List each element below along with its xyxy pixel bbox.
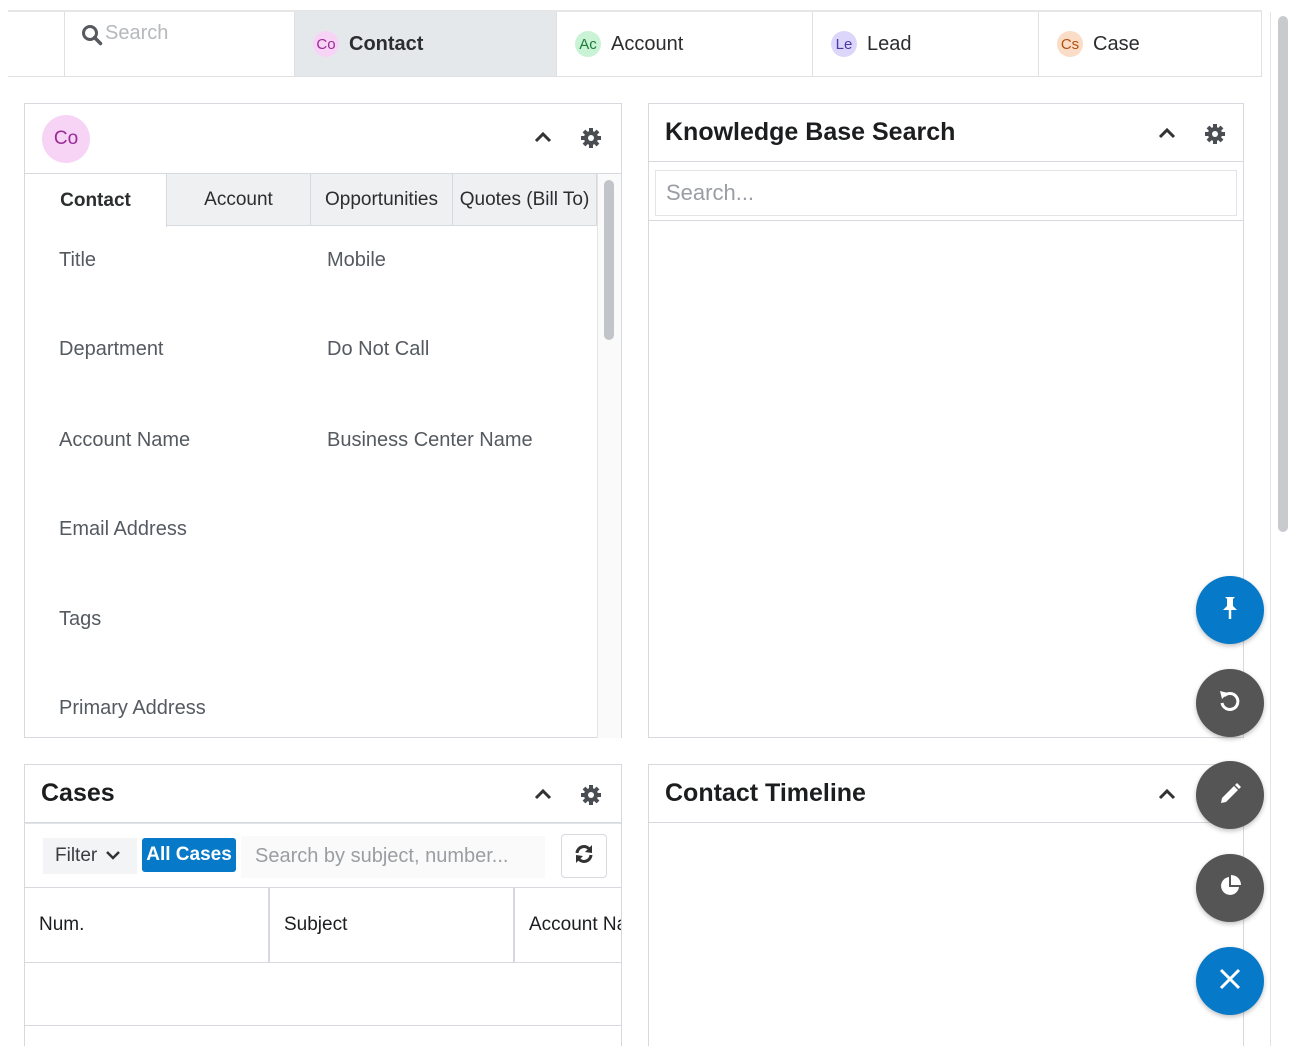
tab-contact-label: Contact <box>349 32 424 55</box>
timeline-dashlet-title: Contact Timeline <box>665 779 866 807</box>
kb-dashlet-header: Knowledge Base Search <box>649 104 1243 162</box>
field-mobile: Mobile <box>327 249 386 271</box>
column-subject[interactable]: Subject <box>270 888 515 962</box>
contact-timeline-dashlet: Contact Timeline <box>648 764 1244 1046</box>
field-do-not-call: Do Not Call <box>327 338 430 360</box>
subtab-quotes[interactable]: Quotes (Bill To) <box>453 174 597 226</box>
timeline-dashlet-header: Contact Timeline <box>649 765 1243 823</box>
cases-table-header: Num. Subject Account Name <box>25 887 621 963</box>
field-email-address: Email Address <box>59 518 187 540</box>
search-icon <box>81 24 103 51</box>
filter-pill-all-cases[interactable]: All Cases <box>142 838 236 872</box>
tab-case[interactable]: Cs Case <box>1038 12 1262 76</box>
global-search[interactable]: Search <box>64 12 294 76</box>
column-num[interactable]: Num. <box>25 888 270 962</box>
avatar: Co <box>42 115 90 163</box>
chart-button[interactable] <box>1196 854 1264 922</box>
lead-badge: Le <box>831 31 857 57</box>
tab-lead[interactable]: Le Lead <box>812 12 1038 76</box>
contact-dashlet-scroll-thumb[interactable] <box>604 180 614 340</box>
column-account-name[interactable]: Account Name <box>515 888 621 962</box>
pin-button[interactable] <box>1196 576 1264 644</box>
page-scroll-thumb[interactable] <box>1278 16 1288 532</box>
field-tags: Tags <box>59 608 102 630</box>
tab-account[interactable]: Ac Account <box>556 12 812 76</box>
refresh-button[interactable] <box>561 834 607 878</box>
subtab-account[interactable]: Account <box>167 174 311 226</box>
subtab-opportunities[interactable]: Opportunities <box>311 174 453 226</box>
cases-filter-bar: Filter All Cases Search by subject, numb… <box>25 823 621 887</box>
collapse-caret-icon[interactable] <box>533 787 553 806</box>
contact-subtabs: Contact Account Opportunities Quotes (Bi… <box>25 174 597 227</box>
field-primary-address: Primary Address <box>59 697 206 719</box>
kb-search-dashlet: Knowledge Base Search Search... <box>648 103 1244 738</box>
collapse-caret-icon[interactable] <box>1157 126 1177 145</box>
pin-icon <box>1218 595 1242 626</box>
cases-dashlet: Cases Filter All Cases Search by subject… <box>24 764 622 1046</box>
chevron-down-icon <box>105 845 121 867</box>
field-account-name: Account Name <box>59 429 191 451</box>
cases-dashlet-title: Cases <box>41 779 115 807</box>
field-business-center-name: Business Center Name <box>327 429 533 451</box>
undo-button[interactable] <box>1196 669 1264 737</box>
case-badge: Cs <box>1057 31 1083 57</box>
gear-icon[interactable] <box>580 127 602 154</box>
tab-account-label: Account <box>611 32 684 55</box>
kb-divider <box>649 220 1243 221</box>
cases-dashlet-header: Cases <box>25 765 621 823</box>
collapse-caret-icon[interactable] <box>1157 787 1177 806</box>
collapse-caret-icon[interactable] <box>533 130 553 149</box>
contact-dashlet-scrollbar[interactable] <box>597 174 621 738</box>
contact-dashlet: Co Contact Account Opportunities Quotes … <box>24 103 622 738</box>
edit-button[interactable] <box>1196 761 1264 829</box>
contact-badge: Co <box>313 31 339 57</box>
kb-search-input[interactable]: Search... <box>655 170 1237 216</box>
kb-dashlet-title: Knowledge Base Search <box>665 118 956 146</box>
cases-search-placeholder: Search by subject, number... <box>255 845 509 867</box>
subtab-contact[interactable]: Contact <box>25 174 167 227</box>
filter-label: Filter <box>55 845 98 866</box>
filter-dropdown[interactable]: Filter <box>43 838 137 874</box>
tab-case-label: Case <box>1093 32 1140 55</box>
pencil-icon <box>1217 780 1243 811</box>
table-row-divider <box>25 1025 621 1026</box>
gear-icon[interactable] <box>580 784 602 811</box>
page-scrollbar[interactable] <box>1270 12 1290 1046</box>
pie-chart-icon <box>1217 873 1243 904</box>
kb-search-placeholder: Search... <box>666 180 755 205</box>
undo-icon <box>1217 688 1243 719</box>
close-button[interactable] <box>1196 947 1264 1015</box>
account-badge: Ac <box>575 31 601 57</box>
contact-dashlet-header: Co <box>25 104 621 174</box>
tab-lead-label: Lead <box>867 32 912 55</box>
gear-icon[interactable] <box>1204 123 1226 150</box>
refresh-icon <box>573 843 595 870</box>
cases-search-input[interactable]: Search by subject, number... <box>241 836 545 878</box>
console-tab-bar: Search Co Contact Ac Account Le Lead Cs … <box>8 12 1262 77</box>
tab-contact[interactable]: Co Contact <box>294 12 556 76</box>
global-search-placeholder: Search <box>105 22 169 44</box>
field-department: Department <box>59 338 164 360</box>
close-icon <box>1217 966 1243 997</box>
field-title: Title <box>59 249 97 271</box>
